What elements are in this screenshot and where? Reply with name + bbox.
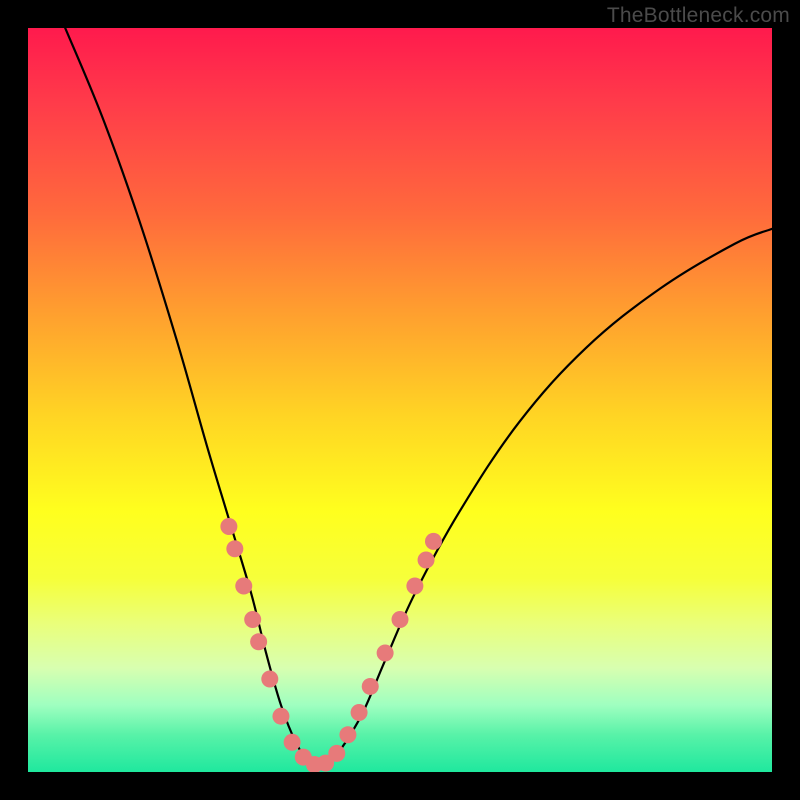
data-dot <box>351 704 368 721</box>
data-dot <box>362 678 379 695</box>
data-dot <box>392 611 409 628</box>
data-dot <box>406 578 423 595</box>
data-dot <box>339 726 356 743</box>
data-dot <box>425 533 442 550</box>
bottleneck-curve <box>65 28 772 767</box>
curve-layer <box>65 28 772 767</box>
data-dot <box>377 644 394 661</box>
data-dot <box>235 578 252 595</box>
plot-area <box>28 28 772 772</box>
data-dot <box>328 745 345 762</box>
watermark-text: TheBottleneck.com <box>607 4 790 28</box>
data-dot <box>226 540 243 557</box>
data-dot <box>220 518 237 535</box>
dots-layer <box>220 518 442 772</box>
chart-svg <box>28 28 772 772</box>
data-dot <box>250 633 267 650</box>
data-dot <box>284 734 301 751</box>
outer-frame: TheBottleneck.com <box>0 0 800 800</box>
data-dot <box>272 708 289 725</box>
data-dot <box>418 551 435 568</box>
data-dot <box>261 671 278 688</box>
data-dot <box>244 611 261 628</box>
